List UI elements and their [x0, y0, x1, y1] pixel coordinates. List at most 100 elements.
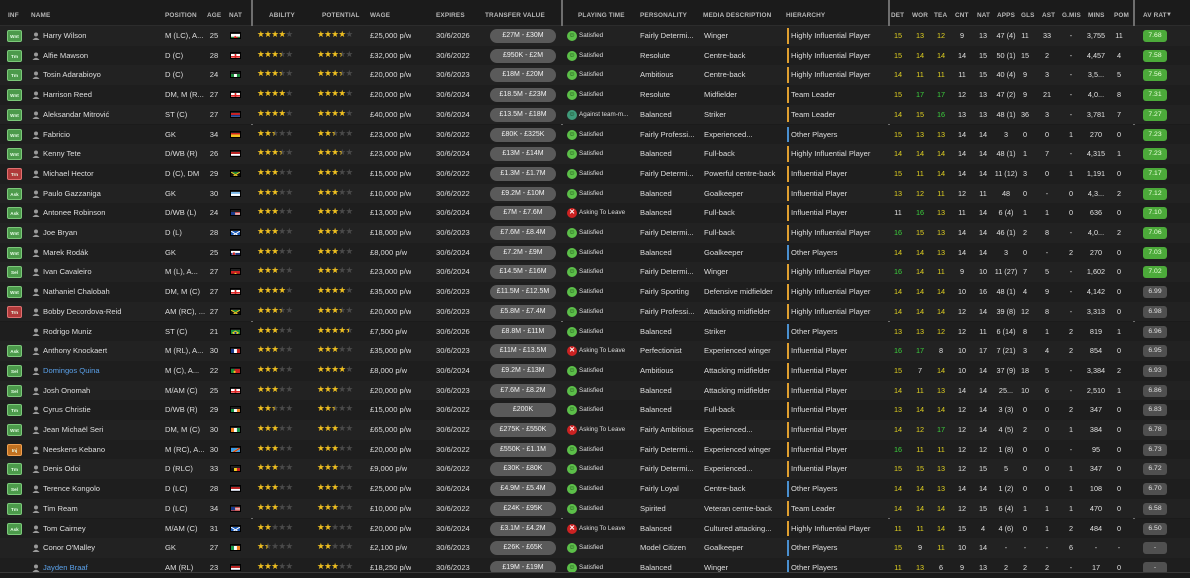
player-name[interactable]: Bobby Decordova-Reid — [43, 302, 158, 322]
player-name[interactable]: Tim Ream — [43, 499, 158, 519]
player-profile-icon[interactable] — [32, 91, 40, 100]
player-name[interactable]: Cyrus Christie — [43, 400, 158, 420]
info-badge[interactable]: Wnt — [7, 246, 22, 259]
table-row[interactable]: Tm Alfie Mawson D (C) 28 ★★★★★ ★★★★★ £32… — [0, 45, 1190, 66]
info-badge[interactable]: Sel — [7, 384, 22, 397]
info-badge[interactable]: Wnt — [7, 128, 22, 141]
header-av-rat[interactable]: AV RAT — [1143, 12, 1167, 19]
nationality-flag-icon[interactable] — [230, 366, 241, 374]
info-badge[interactable]: Wnt — [7, 30, 22, 42]
transfer-value-pill[interactable]: £11M - £13.5M — [490, 344, 556, 359]
transfer-value-pill[interactable]: £200K — [490, 403, 556, 418]
nationality-flag-icon[interactable] — [230, 189, 241, 197]
nationality-flag-icon[interactable] — [230, 544, 241, 552]
player-profile-icon[interactable] — [32, 505, 40, 513]
table-row[interactable]: Ask Antonee Robinson D/WB (L) 24 ★★★★★ ★… — [0, 203, 1190, 223]
table-row[interactable]: Sel Terence Kongolo D (LC) 28 ★★★★★ ★★★★… — [0, 479, 1190, 499]
nationality-flag-icon[interactable] — [230, 268, 241, 276]
player-name[interactable]: Domingos Quina — [43, 361, 158, 381]
table-row[interactable]: Wnt Harry Wilson M (LC), A... 25 ★★★★★ ★… — [0, 26, 1190, 46]
nationality-flag-icon[interactable] — [230, 130, 241, 138]
player-profile-icon[interactable] — [32, 229, 40, 237]
player-profile-icon[interactable] — [32, 485, 40, 494]
player-profile-icon[interactable] — [32, 465, 40, 474]
header-position[interactable]: POSITION — [165, 12, 197, 19]
nationality-flag-icon[interactable] — [230, 504, 241, 512]
player-profile-icon[interactable] — [32, 426, 40, 434]
transfer-value-pill[interactable]: £7.6M - £8.2M — [490, 383, 556, 398]
info-badge[interactable]: Tm — [7, 463, 22, 476]
header-name[interactable]: NAME — [31, 12, 50, 19]
info-badge[interactable]: Sel — [7, 364, 22, 377]
table-row[interactable]: Ask Anthony Knockaert M (RL), A... 30 ★★… — [0, 341, 1190, 361]
table-row[interactable]: Wnt Nathaniel Chalobah DM, M (C) 27 ★★★★… — [0, 282, 1190, 302]
player-name[interactable]: Aleksandar Mitrović — [43, 105, 158, 125]
nationality-flag-icon[interactable] — [230, 229, 241, 236]
table-row[interactable]: Sel Ivan Cavaleiro M (L), A... 27 ★★★★★ … — [0, 262, 1190, 283]
table-row[interactable]: Ask Paulo Gazzaniga GK 30 ★★★★★ ★★★★★ £1… — [0, 183, 1190, 204]
nationality-flag-icon[interactable] — [230, 51, 241, 59]
table-row[interactable]: Trn Bobby Decordova-Reid AM (RC), ... 27… — [0, 301, 1190, 322]
transfer-value-pill[interactable]: £26K - £65K — [490, 541, 556, 556]
transfer-value-pill[interactable]: £5.8M - £7.4M — [490, 304, 556, 319]
transfer-value-pill[interactable]: £8.8M - £11M — [490, 324, 556, 339]
header-nat-attr[interactable]: NAT — [977, 12, 990, 19]
player-profile-icon[interactable] — [32, 268, 40, 277]
header-age[interactable]: AGE — [207, 12, 221, 19]
table-row[interactable]: Trn Michael Hector D (C), DM 29 ★★★★★ ★★… — [0, 163, 1190, 184]
nationality-flag-icon[interactable] — [230, 426, 241, 433]
table-row[interactable]: Tm Tosin Adarabioyo D (C) 24 ★★★★★ ★★★★★… — [0, 65, 1190, 86]
header-wor[interactable]: WOR — [912, 12, 928, 19]
header-gmis[interactable]: G.MIS — [1062, 12, 1081, 19]
table-row[interactable]: Wnt Aleksandar Mitrović ST (C) 27 ★★★★★ … — [0, 104, 1190, 125]
transfer-value-pill[interactable]: £24K - £95K — [490, 501, 556, 516]
player-profile-icon[interactable] — [32, 347, 40, 356]
header-playing-time[interactable]: PLAYING TIME — [578, 12, 625, 19]
table-row[interactable]: Tm Denis Odoi D (RLC) 33 ★★★★★ ★★★★★ £9,… — [0, 459, 1190, 480]
header-hierarchy[interactable]: HIERARCHY — [786, 12, 825, 19]
table-row[interactable]: Wnt Kenny Tete D/WB (R) 26 ★★★★★ ★★★★★ £… — [0, 144, 1190, 164]
player-profile-icon[interactable] — [32, 150, 40, 159]
player-name[interactable]: Rodrigo Muniz — [43, 322, 158, 342]
table-row[interactable]: Sel Domingos Quina M (C), A... 22 ★★★★★ … — [0, 360, 1190, 381]
table-row[interactable]: Wnt Harrison Reed DM, M (R... 27 ★★★★★ ★… — [0, 85, 1190, 105]
table-row[interactable]: Rodrigo Muniz ST (C) 21 ★★★★★ ★★★★★ £7,5… — [0, 321, 1190, 342]
info-badge[interactable]: Wnt — [7, 148, 22, 161]
nationality-flag-icon[interactable] — [230, 485, 241, 493]
player-profile-icon[interactable] — [32, 111, 40, 119]
horizontal-scrollbar[interactable] — [0, 572, 1190, 578]
player-profile-icon[interactable] — [32, 446, 40, 454]
table-row[interactable]: Wnt Joe Bryan D (L) 28 ★★★★★ ★★★★★ £18,0… — [0, 223, 1190, 243]
transfer-value-pill[interactable]: £11.5M - £12.5M — [490, 285, 556, 300]
info-badge[interactable]: Ask — [7, 187, 22, 200]
nationality-flag-icon[interactable] — [230, 445, 241, 453]
table-row[interactable]: Conor O'Malley GK 27 ★★★★★ ★★★★★ £2,100 … — [0, 538, 1190, 558]
player-name[interactable]: Ivan Cavaleiro — [43, 262, 158, 282]
header-media-description[interactable]: MEDIA DESCRIPTION — [703, 12, 771, 19]
transfer-value-pill[interactable]: £7M - £7.6M — [490, 206, 556, 221]
table-row[interactable]: Tm Tim Ream D (LC) 34 ★★★★★ ★★★★★ £10,00… — [0, 498, 1190, 519]
header-gls[interactable]: GLS — [1021, 12, 1035, 19]
transfer-value-pill[interactable]: £27M - £30M — [490, 29, 556, 43]
player-name[interactable]: Jean Michaël Seri — [43, 420, 158, 440]
player-profile-icon[interactable] — [32, 288, 40, 297]
player-profile-icon[interactable] — [32, 249, 40, 257]
player-profile-icon[interactable] — [32, 209, 40, 218]
info-badge[interactable]: Trn — [7, 167, 22, 180]
info-badge[interactable]: Wnt — [7, 424, 22, 436]
transfer-value-pill[interactable]: £4.9M - £5.4M — [490, 482, 556, 497]
player-profile-icon[interactable] — [32, 328, 40, 336]
info-badge[interactable]: Ask — [7, 522, 22, 535]
info-badge[interactable]: Sel — [7, 483, 22, 496]
nationality-flag-icon[interactable] — [230, 71, 241, 79]
info-badge[interactable]: Wnt — [7, 108, 22, 121]
transfer-value-pill[interactable]: £80K - £325K — [490, 127, 556, 142]
player-name[interactable]: Conor O'Malley — [43, 538, 158, 558]
info-badge[interactable]: Ask — [7, 345, 22, 358]
header-apps[interactable]: APPS — [997, 12, 1015, 19]
player-name[interactable]: Neeskens Kebano — [43, 440, 158, 460]
nationality-flag-icon[interactable] — [230, 386, 241, 394]
transfer-value-pill[interactable]: £7.6M - £8.4M — [490, 226, 556, 240]
nationality-flag-icon[interactable] — [230, 248, 241, 256]
info-badge[interactable]: Tm — [7, 502, 22, 515]
